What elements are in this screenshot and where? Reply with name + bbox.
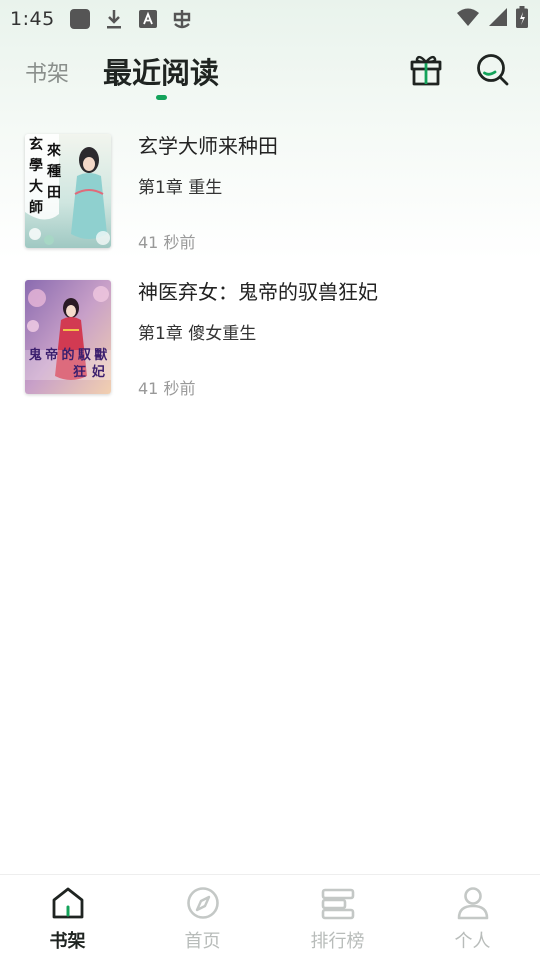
- status-icons-right: [456, 6, 528, 32]
- book-cover: 鬼 帝 的 馭 獸 狂 妃: [25, 280, 111, 394]
- nav-ranking[interactable]: 排行榜: [270, 875, 405, 960]
- nav-label: 首页: [184, 931, 221, 952]
- book-item[interactable]: 玄 來 學 種 大 田 師 玄学大师来种田 第1章 重生 41 秒前: [0, 122, 540, 268]
- status-icons-left: [69, 8, 193, 30]
- gift-button[interactable]: [406, 50, 446, 90]
- cover-title-art: 鬼 帝 的 馭 獸 狂 妃: [28, 348, 108, 380]
- compass-icon: [186, 887, 219, 919]
- signal-icon: [488, 7, 508, 31]
- status-time: 1:45: [10, 8, 55, 30]
- wifi-icon: [456, 7, 480, 31]
- battery-icon: [516, 6, 528, 32]
- person-icon: [457, 887, 488, 920]
- book-chapter: 第1章 重生: [138, 178, 223, 198]
- font-a-icon: [137, 8, 159, 30]
- tab-bookshelf[interactable]: 书架: [25, 56, 69, 88]
- bug-app-icon: [171, 8, 193, 30]
- square-app-icon: [69, 8, 91, 30]
- header: 书架 最近阅读: [0, 44, 540, 104]
- nav-label: 个人: [454, 931, 491, 952]
- book-chapter: 第1章 傻女重生: [138, 324, 257, 344]
- active-tab-indicator: [156, 95, 167, 100]
- book-last-read-time: 41 秒前: [138, 379, 196, 398]
- book-title: 玄学大师来种田: [138, 134, 278, 158]
- nav-profile[interactable]: 个人: [405, 875, 540, 960]
- bottom-nav: 书架 首页 排行榜 个人: [0, 874, 540, 960]
- book-cover: 玄 來 學 種 大 田 師: [25, 134, 111, 248]
- tab-recent-reading[interactable]: 最近阅读: [103, 50, 219, 92]
- book-last-read-time: 41 秒前: [138, 233, 196, 252]
- gift-icon: [410, 55, 442, 86]
- book-title: 神医弃女：鬼帝的驭兽狂妃: [138, 280, 378, 304]
- book-item[interactable]: 鬼 帝 的 馭 獸 狂 妃 神医弃女：鬼帝的驭兽狂妃 第1章 傻女重生 41 秒…: [0, 268, 540, 414]
- nav-bookshelf[interactable]: 书架: [0, 875, 135, 960]
- ranking-icon: [321, 888, 354, 920]
- recent-book-list: 玄 來 學 種 大 田 師 玄学大师来种田 第1章 重生 41 秒前 鬼 帝 的…: [0, 122, 540, 414]
- search-icon: [477, 54, 509, 86]
- search-button[interactable]: [473, 50, 513, 90]
- cover-title-art: 玄 來 學 種 大 田 師: [29, 137, 61, 216]
- nav-label: 书架: [49, 931, 86, 952]
- nav-label: 排行榜: [310, 931, 365, 952]
- status-bar: 1:45: [0, 0, 540, 38]
- nav-home[interactable]: 首页: [135, 875, 270, 960]
- home-icon: [52, 887, 83, 919]
- download-icon: [103, 8, 125, 30]
